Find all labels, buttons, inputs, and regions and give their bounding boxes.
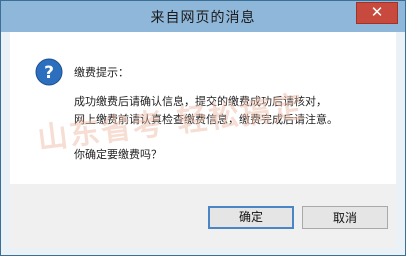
cancel-button[interactable]: 取消 xyxy=(302,206,388,229)
dialog-title: 来自网页的消息 xyxy=(150,10,256,26)
message-line-1: 成功缴费后请确认信息，提交的缴费成功后请核对， xyxy=(74,95,327,108)
button-bar: 确定 取消 xyxy=(10,184,396,248)
message-line-2: 网上缴费前请认真检查缴费信息，缴费完成后请注意。 xyxy=(74,113,338,126)
ok-button[interactable]: 确定 xyxy=(208,206,294,229)
close-button[interactable]: ✕ xyxy=(356,2,398,24)
message-heading: 缴费提示： xyxy=(74,66,129,79)
message-content: ? 缴费提示： 成功缴费后请确认信息，提交的缴费成功后请核对， 网上缴费前请认真… xyxy=(10,32,396,184)
question-icon: ? xyxy=(35,58,63,86)
message-dialog: 来自网页的消息 ✕ ? 缴费提示： 成功缴费后请确认信息，提交的缴费成功后请核对… xyxy=(0,0,406,256)
title-bar[interactable]: 来自网页的消息 ✕ xyxy=(1,1,405,32)
svg-text:?: ? xyxy=(44,63,54,83)
message-line-3: 你确定要缴费吗？ xyxy=(74,148,162,161)
